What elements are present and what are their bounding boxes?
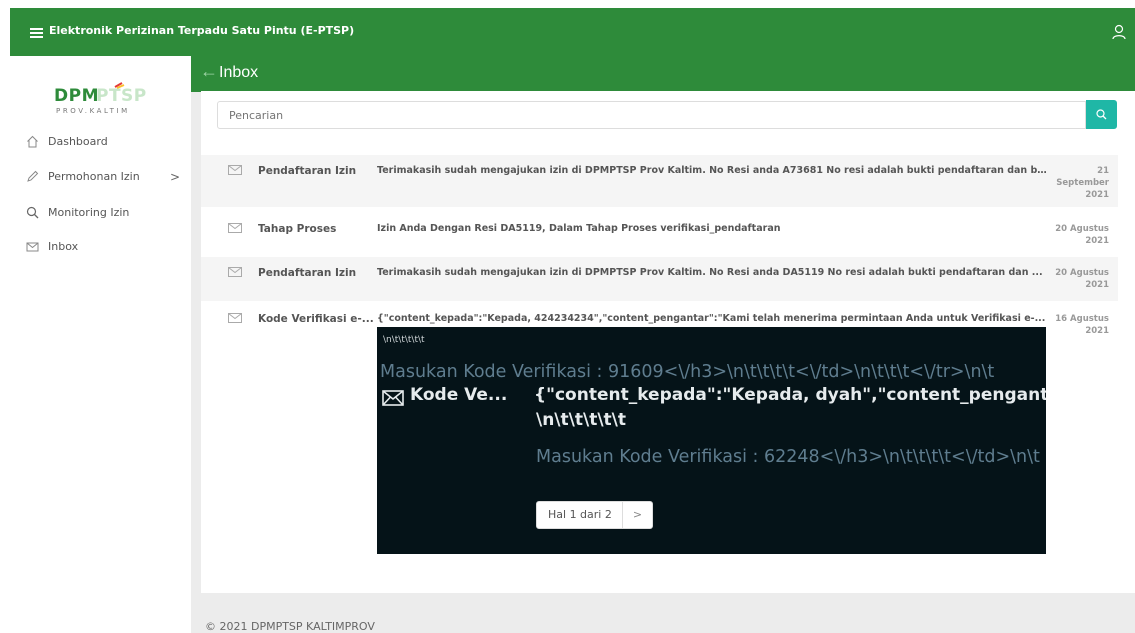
inbox-date: 20 Agustus 2021 [1049,223,1109,247]
pagination: Hal 1 dari 2 > [536,501,654,529]
date-line: 2021 [1085,280,1109,290]
verification-code-text: Masukan Kode Verifikasi : 91609<\/h3>\n\… [380,362,995,382]
inbox-row[interactable]: Kode Verifikasi e-... {"content_kepada":… [201,303,1118,336]
date-line: 2021 [1085,326,1109,336]
sidebar-item-monitoring-izin[interactable]: Monitoring Izin [10,202,191,224]
svg-text:DPM: DPM [54,86,99,106]
search-icon [26,206,39,219]
sidebar-item-dashboard[interactable]: Dashboard [10,131,191,153]
embedded-subject: Kode Ve... [410,385,508,405]
sidebar-item-label: Dashboard [48,135,108,148]
inbox-subject: Kode Verifikasi e-... [258,313,374,325]
escaped-text: \n\t\t\t\t\t [536,410,626,430]
date-line: 20 Agustus [1055,224,1109,234]
inbox-subject: Tahap Proses [258,223,337,235]
search-button[interactable] [1086,100,1117,129]
svg-text:PROV.KALTIM: PROV.KALTIM [56,107,130,115]
sidebar: DPM PTSP PROV.KALTIM Dashboard Permohona… [10,56,191,633]
sidebar-item-label: Monitoring Izin [48,206,130,219]
inbox-date: 16 Agustus 2021 [1049,313,1109,337]
escaped-text: \n\t\t\t\t\t [383,335,425,345]
inbox-row[interactable]: Pendaftaran Izin Terimakasih sudah menga… [201,155,1118,207]
sidebar-item-label: Permohonan Izin [48,170,140,183]
pencil-icon [27,170,39,182]
date-line: 2021 [1085,236,1109,246]
page-indicator: Hal 1 dari 2 [537,502,623,528]
date-line: 16 Agustus [1055,314,1109,324]
date-line: 20 Agustus [1055,268,1109,278]
hamburger-menu-icon[interactable] [30,28,43,38]
date-line: September [1056,178,1109,188]
user-icon[interactable] [1111,24,1127,40]
svg-text:PTSP: PTSP [96,86,147,106]
inbox-subject: Pendaftaran Izin [258,165,357,177]
inbox-row[interactable]: Tahap Proses Izin Anda Dengan Resi DA511… [201,213,1118,253]
envelope-icon [228,267,242,277]
home-icon [27,135,38,148]
sidebar-item-inbox[interactable]: Inbox [10,236,191,258]
back-arrow-icon[interactable]: ← [200,61,218,82]
embedded-message-content: \n\t\t\t\t\t Masukan Kode Verifikasi : 9… [377,327,1046,554]
envelope-icon [382,390,404,406]
inbox-date: 20 Agustus 2021 [1049,267,1109,291]
envelope-icon [228,313,242,323]
date-line: 21 [1097,166,1109,176]
date-line: 2021 [1085,190,1109,200]
next-page-button[interactable]: > [623,502,652,528]
inbox-message: {"content_kepada":"Kepada, 424234234","c… [377,313,1046,324]
inbox-subject: Pendaftaran Izin [258,267,357,279]
sidebar-item-permohonan-izin[interactable]: Permohonan Izin > [10,166,191,188]
app-title: Elektronik Perizinan Terpadu Satu Pintu … [49,24,355,37]
inbox-message: Izin Anda Dengan Resi DA5119, Dalam Taha… [377,223,781,234]
top-bar: Elektronik Perizinan Terpadu Satu Pintu … [10,8,1135,56]
envelope-icon [26,242,39,252]
inbox-message: Terimakasih sudah mengajukan izin di DPM… [377,165,1047,176]
dpmptsp-logo: DPM PTSP PROV.KALTIM [54,82,147,115]
page-header: ← Inbox [191,56,1135,92]
chevron-right-icon: > [170,170,181,184]
envelope-icon [228,223,242,233]
search-input[interactable] [217,101,1086,129]
footer-copyright: © 2021 DPMPTSP KALTIMPROV [205,620,375,633]
inbox-date: 21 September 2021 [1049,165,1109,201]
inbox-message: Terimakasih sudah mengajukan izin di DPM… [377,267,1043,278]
inbox-row[interactable]: Pendaftaran Izin Terimakasih sudah menga… [201,257,1118,301]
sidebar-item-label: Inbox [48,240,79,253]
search-icon [1096,109,1107,120]
verification-code-text: Masukan Kode Verifikasi : 62248<\/h3>\n\… [536,447,1040,467]
page-title: Inbox [219,64,259,81]
envelope-icon [228,165,242,175]
embedded-message: {"content_kepada":"Kepada, dyah","conten… [534,385,1046,405]
